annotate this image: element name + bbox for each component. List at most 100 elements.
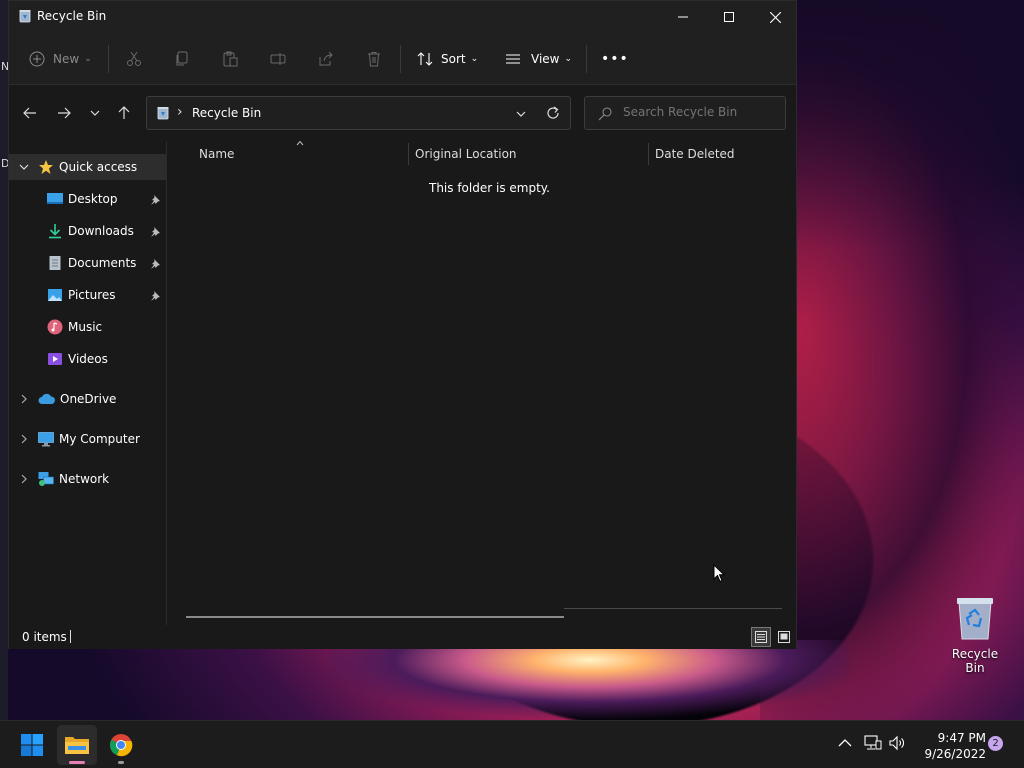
sort-button[interactable]: Sort ⌄ <box>417 47 478 71</box>
recycle-bin-small-icon <box>157 107 169 120</box>
empty-folder-message: This folder is empty. <box>429 181 550 195</box>
taskbar-chrome[interactable] <box>101 725 141 765</box>
running-app-indicator <box>118 761 124 764</box>
wallpaper-shade <box>797 0 1024 250</box>
chevron-down-icon <box>90 110 100 116</box>
title-bar[interactable]: Recycle Bin <box>9 1 796 33</box>
taskbar: 9:47 PM 9/26/2022 <box>0 720 1024 768</box>
pin-icon[interactable] <box>150 226 161 237</box>
preview-view-button[interactable] <box>774 627 794 647</box>
column-header-name[interactable]: Name <box>199 141 234 167</box>
folder-icon <box>65 737 89 754</box>
download-icon <box>49 224 61 239</box>
more-options-button[interactable]: ••• <box>601 47 629 71</box>
copy-icon <box>176 51 188 66</box>
nav-quick-access[interactable]: Quick access <box>9 154 166 180</box>
computer-icon <box>38 432 54 447</box>
nav-pictures[interactable]: Pictures <box>9 282 166 308</box>
desktop-icon-label: Recycle Bin <box>951 647 999 675</box>
file-explorer-window: Recycle Bin New ⌄ Sort ⌄ View ⌄ ••• › Re… <box>8 0 797 649</box>
column-header-original-location[interactable]: Original Location <box>415 141 517 167</box>
paste-button[interactable] <box>222 47 238 71</box>
back-button[interactable] <box>18 101 42 125</box>
nav-documents[interactable]: Documents <box>9 250 166 276</box>
chevron-down-icon: ⌄ <box>470 54 479 64</box>
chrome-icon <box>109 734 133 757</box>
taskbar-file-explorer[interactable] <box>57 725 97 765</box>
desktop-recycle-bin[interactable]: Recycle Bin <box>942 596 1008 675</box>
details-view-icon <box>755 631 767 643</box>
nav-label: Music <box>68 320 103 334</box>
close-button[interactable] <box>752 1 798 33</box>
horizontal-scrollbar-thumb[interactable] <box>186 616 564 618</box>
breadcrumb-recycle-bin[interactable]: Recycle Bin <box>192 106 261 120</box>
chevron-down-icon <box>19 164 29 170</box>
show-hidden-icons-chevron-icon[interactable] <box>838 738 852 748</box>
sort-icon <box>417 52 433 66</box>
recent-locations-button[interactable] <box>83 101 107 125</box>
status-bar: 0 items <box>9 625 796 649</box>
breadcrumb-separator: › <box>177 104 183 120</box>
sort-label: Sort <box>441 52 466 66</box>
wallpaper-horizon <box>330 640 850 720</box>
notification-badge[interactable]: 2 <box>988 736 1003 751</box>
column-label: Date Deleted <box>655 147 735 161</box>
column-divider[interactable] <box>408 143 409 165</box>
volume-icon[interactable] <box>889 735 907 751</box>
new-button[interactable]: New ⌄ <box>29 47 92 71</box>
search-input[interactable] <box>623 105 779 119</box>
arrow-right-icon <box>58 107 71 119</box>
rename-button[interactable] <box>270 47 286 71</box>
minimize-button[interactable] <box>660 1 706 33</box>
tiles-view-icon <box>778 631 790 643</box>
share-icon <box>319 51 333 66</box>
forward-button[interactable] <box>52 101 76 125</box>
maximize-button[interactable] <box>706 1 752 33</box>
column-divider[interactable] <box>648 143 649 165</box>
chevron-right-icon[interactable] <box>19 394 29 404</box>
arrow-left-icon <box>23 107 36 119</box>
pin-icon[interactable] <box>150 194 161 205</box>
address-bar[interactable]: › Recycle Bin <box>146 96 571 130</box>
toolbar-divider <box>108 45 109 73</box>
nav-music[interactable]: Music <box>9 314 166 340</box>
minimize-icon <box>678 16 688 18</box>
view-button[interactable]: View ⌄ <box>505 47 572 71</box>
pictures-icon <box>48 289 62 301</box>
nav-label: Downloads <box>68 224 134 238</box>
scrollbar-track <box>564 608 782 609</box>
nav-label: My Computer <box>59 432 140 446</box>
system-clock[interactable]: 9:47 PM 9/26/2022 <box>912 730 986 762</box>
pin-icon[interactable] <box>150 258 161 269</box>
share-button[interactable] <box>318 47 334 71</box>
nav-videos[interactable]: Videos <box>9 346 166 372</box>
nav-downloads[interactable]: Downloads <box>9 218 166 244</box>
start-button[interactable] <box>12 725 52 765</box>
copy-button[interactable] <box>174 47 190 71</box>
search-icon <box>598 107 612 121</box>
column-header-date-deleted[interactable]: Date Deleted <box>655 141 735 167</box>
nav-label: Network <box>59 472 110 486</box>
up-button[interactable] <box>112 101 136 125</box>
toolbar-divider <box>586 45 587 73</box>
address-history-chevron-icon[interactable] <box>516 109 526 119</box>
window-title: Recycle Bin <box>37 9 107 23</box>
network-status-icon[interactable] <box>864 735 882 751</box>
delete-button[interactable] <box>366 47 382 71</box>
nav-network[interactable]: Network <box>9 466 166 492</box>
nav-onedrive[interactable]: OneDrive <box>9 386 166 412</box>
nav-my-computer[interactable]: My Computer <box>9 426 166 452</box>
more-options-icon: ••• <box>601 51 629 67</box>
item-count: 0 items <box>22 630 67 644</box>
nav-label: Videos <box>68 352 108 366</box>
refresh-icon[interactable] <box>546 106 560 120</box>
chevron-right-icon[interactable] <box>19 474 29 484</box>
desktop-icon <box>47 193 63 204</box>
chevron-right-icon[interactable] <box>19 434 29 444</box>
pin-icon[interactable] <box>150 290 161 301</box>
details-view-button[interactable] <box>751 627 771 647</box>
cut-button[interactable] <box>126 47 142 71</box>
nav-desktop[interactable]: Desktop <box>9 186 166 212</box>
search-box[interactable] <box>584 96 786 130</box>
recycle-bin-small-icon <box>19 10 31 23</box>
